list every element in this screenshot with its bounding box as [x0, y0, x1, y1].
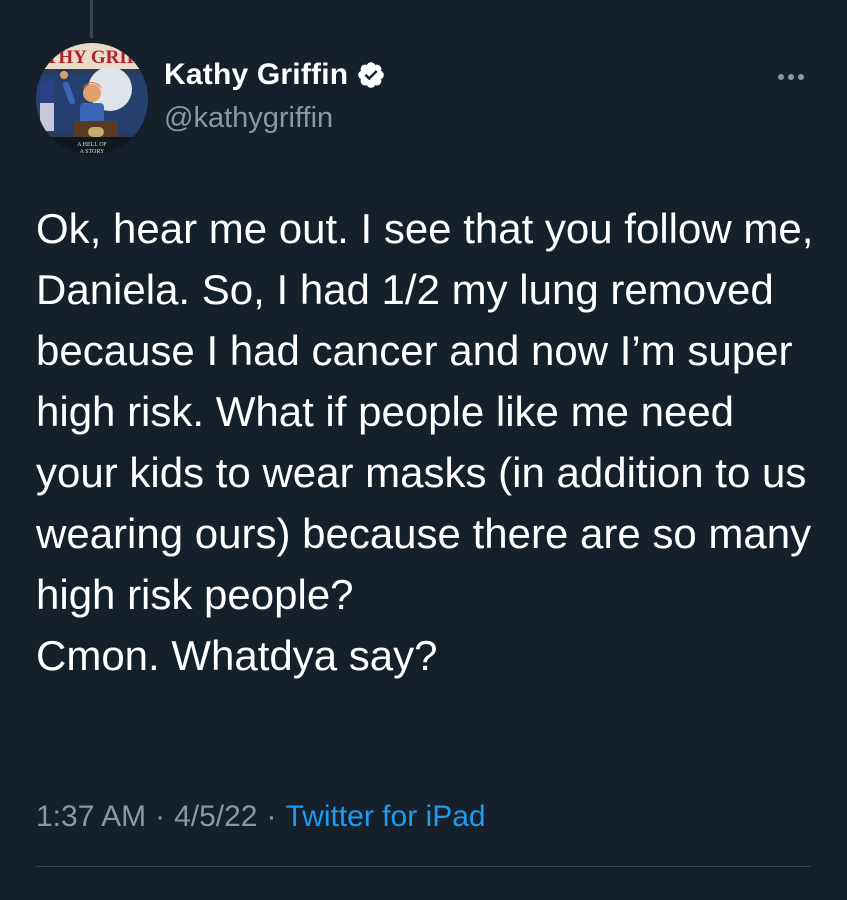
verified-badge-icon [358, 62, 385, 88]
more-options-icon[interactable] [771, 62, 811, 92]
avatar[interactable]: THY GRIF A HELL OF A STORY [36, 43, 148, 155]
tweet-detail: THY GRIF A HELL OF A STORY Kathy Griffin… [0, 0, 847, 900]
thread-connector-line [90, 0, 93, 38]
avatar-caption-2: A STORY [80, 149, 105, 155]
avatar-banner-text: THY GRIF [46, 47, 139, 68]
avatar-caption: A HELL OF [77, 142, 107, 148]
author-display-name[interactable]: Kathy Griffin [164, 58, 348, 92]
author-handle[interactable]: @kathygriffin [164, 102, 333, 135]
meta-separator: · [266, 800, 277, 833]
author-name-row[interactable]: Kathy Griffin [164, 58, 386, 92]
tweet-time[interactable]: 1:37 AM [36, 800, 146, 834]
tweet-date[interactable]: 4/5/22 [174, 800, 257, 834]
tweet-text: Ok, hear me out. I see that you follow m… [36, 205, 814, 679]
tweet-source-link[interactable]: Twitter for iPad [286, 800, 486, 834]
tweet-metadata: 1:37 AM · 4/5/22 · Twitter for iPad [36, 800, 486, 834]
meta-separator: · [155, 800, 166, 833]
avatar-image: THY GRIF A HELL OF A STORY [36, 43, 148, 155]
divider [36, 866, 811, 867]
